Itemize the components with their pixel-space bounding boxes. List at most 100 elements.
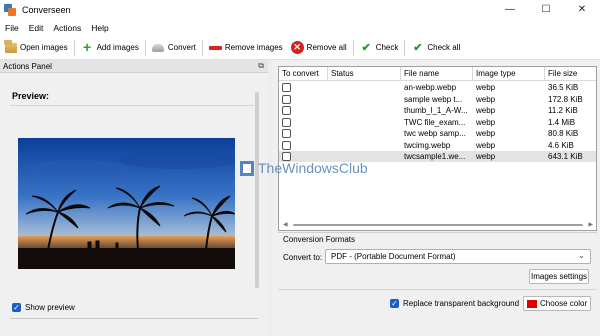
scrollbar-thumb[interactable] — [293, 224, 583, 226]
watermark: TheWindowsClub — [240, 160, 368, 176]
image-type-cell: webp — [476, 140, 496, 150]
row-checkbox[interactable] — [282, 83, 291, 92]
plus-icon: + — [83, 39, 92, 55]
menu-actions[interactable]: Actions — [48, 23, 86, 33]
image-type-cell: webp — [476, 94, 496, 104]
row-checkbox[interactable] — [282, 117, 291, 127]
add-images-button[interactable]: + Add images — [77, 38, 143, 58]
file-size-cell: 172.8 KiB — [548, 94, 583, 104]
divider — [278, 289, 597, 290]
show-preview-label: Show preview — [25, 303, 75, 312]
minus-icon — [208, 41, 222, 54]
toolbar-separator — [352, 39, 354, 56]
remove-all-button[interactable]: ✕ Remove all — [287, 38, 351, 58]
file-size-cell: 4.6 KiB — [548, 140, 574, 150]
window-controls: — ☐ ✕ — [492, 0, 600, 19]
column-header-image-type[interactable]: Image type — [473, 67, 545, 81]
replace-transparent-checkbox[interactable]: ✓ Replace transparent background — [390, 299, 519, 308]
conversion-formats-title: Conversion Formats — [283, 235, 356, 244]
image-type-cell: webp — [476, 83, 496, 92]
column-header-file-name[interactable]: File name — [401, 67, 473, 81]
panel-splitter[interactable] — [268, 60, 272, 336]
actions-panel: Actions Panel ⧉ Preview: ✓ Show preview — [0, 60, 268, 336]
minimize-button[interactable]: — — [492, 0, 528, 19]
table-header: To convert Status File name Image type F… — [279, 67, 596, 81]
row-checkbox[interactable] — [282, 94, 291, 104]
file-name-cell: twc webp samp... — [404, 129, 466, 138]
file-size-cell: 1.4 MiB — [548, 117, 576, 127]
file-name-cell: TWC file_exam... — [404, 117, 466, 127]
image-type-cell: webp — [476, 129, 496, 138]
close-circle-icon: ✕ — [290, 41, 304, 54]
file-name-cell: twcsample1.we... — [404, 152, 466, 161]
image-type-cell: webp — [476, 117, 496, 127]
menu-help[interactable]: Help — [86, 23, 113, 33]
add-images-label: Add images — [96, 43, 139, 52]
table-row[interactable]: TWC file_exam... webp 1.4 MiB — [279, 117, 596, 128]
table-row[interactable]: twc webp samp... webp 80.8 KiB — [279, 128, 596, 139]
toolbar-separator — [404, 39, 406, 56]
checkbox-checked-icon: ✓ — [390, 299, 399, 308]
choose-color-label: Choose color — [540, 299, 588, 308]
image-type-cell: webp — [476, 106, 496, 115]
table-row[interactable]: an-webp.webp webp 36.5 KiB — [279, 82, 596, 93]
images-settings-button[interactable]: Images settings — [529, 269, 589, 284]
file-size-cell: 36.5 KiB — [548, 83, 579, 92]
convert-label: Convert — [167, 43, 196, 52]
scroll-left-icon[interactable]: ◀ — [283, 221, 288, 228]
image-type-cell: webp — [476, 152, 496, 161]
remove-images-label: Remove images — [224, 43, 283, 52]
app-logo-icon — [4, 3, 16, 16]
show-preview-checkbox[interactable]: ✓ Show preview — [12, 303, 75, 312]
table-row[interactable]: twcimg.webp webp 4.6 KiB — [279, 140, 596, 151]
watermark-logo-icon — [240, 160, 254, 176]
check-all-button[interactable]: ✔ Check all — [407, 38, 464, 58]
file-size-cell: 643.1 KiB — [548, 152, 583, 161]
remove-all-label: Remove all — [306, 43, 347, 52]
preview-image — [18, 138, 235, 269]
open-images-button[interactable]: Open images — [0, 38, 72, 58]
convert-to-select[interactable]: PDF - (Portable Document Format) ⌄ — [325, 249, 591, 264]
choose-color-button[interactable]: Choose color — [523, 296, 591, 311]
check-button[interactable]: ✔ Check — [356, 38, 403, 58]
window-title: Converseen — [22, 4, 71, 15]
actions-panel-header: Actions Panel ⧉ — [0, 60, 268, 73]
maximize-button[interactable]: ☐ — [528, 0, 564, 19]
divider — [10, 318, 258, 319]
table-row[interactable]: thumb_l_1_A-W... webp 11.2 KiB — [279, 105, 596, 116]
scroll-right-icon[interactable]: ▶ — [588, 221, 593, 228]
replace-transparent-label: Replace transparent background — [403, 299, 520, 308]
convert-icon — [152, 41, 165, 54]
undock-icon[interactable]: ⧉ — [258, 61, 264, 71]
folder-icon — [3, 39, 17, 54]
row-checkbox[interactable] — [282, 129, 291, 138]
panel-scrollbar[interactable] — [255, 92, 259, 288]
column-header-file-size[interactable]: File size — [545, 67, 596, 81]
checkmark-icon: ✔ — [413, 42, 423, 54]
divider — [278, 232, 597, 233]
convert-to-value: PDF - (Portable Document Format) — [331, 252, 456, 261]
convert-button[interactable]: Convert — [148, 38, 200, 58]
menu-edit[interactable]: Edit — [24, 23, 49, 33]
file-name-cell: an-webp.webp — [404, 83, 457, 92]
horizontal-scrollbar[interactable]: ◀ ▶ — [283, 222, 593, 228]
watermark-text: TheWindowsClub — [258, 160, 368, 176]
open-images-label: Open images — [20, 43, 68, 52]
toolbar: Open images + Add images Convert Remove … — [0, 36, 600, 60]
menu-file[interactable]: File — [0, 23, 24, 33]
row-checkbox[interactable] — [282, 140, 291, 150]
check-label: Check — [375, 43, 399, 52]
close-button[interactable]: ✕ — [564, 0, 600, 19]
file-size-cell: 80.8 KiB — [548, 129, 579, 138]
remove-images-button[interactable]: Remove images — [205, 38, 287, 58]
table-row[interactable]: sample webp t... webp 172.8 KiB — [279, 94, 596, 105]
toolbar-separator — [73, 39, 75, 56]
files-table: To convert Status File name Image type F… — [278, 66, 597, 231]
file-name-cell: sample webp t... — [404, 94, 463, 104]
file-name-cell: twcimg.webp — [404, 140, 451, 150]
row-checkbox[interactable] — [282, 106, 291, 115]
column-header-status[interactable]: Status — [328, 67, 401, 81]
menu-bar: File Edit Actions Help — [0, 19, 600, 36]
column-header-to-convert[interactable]: To convert — [279, 67, 328, 81]
chevron-down-icon: ⌄ — [578, 251, 585, 260]
